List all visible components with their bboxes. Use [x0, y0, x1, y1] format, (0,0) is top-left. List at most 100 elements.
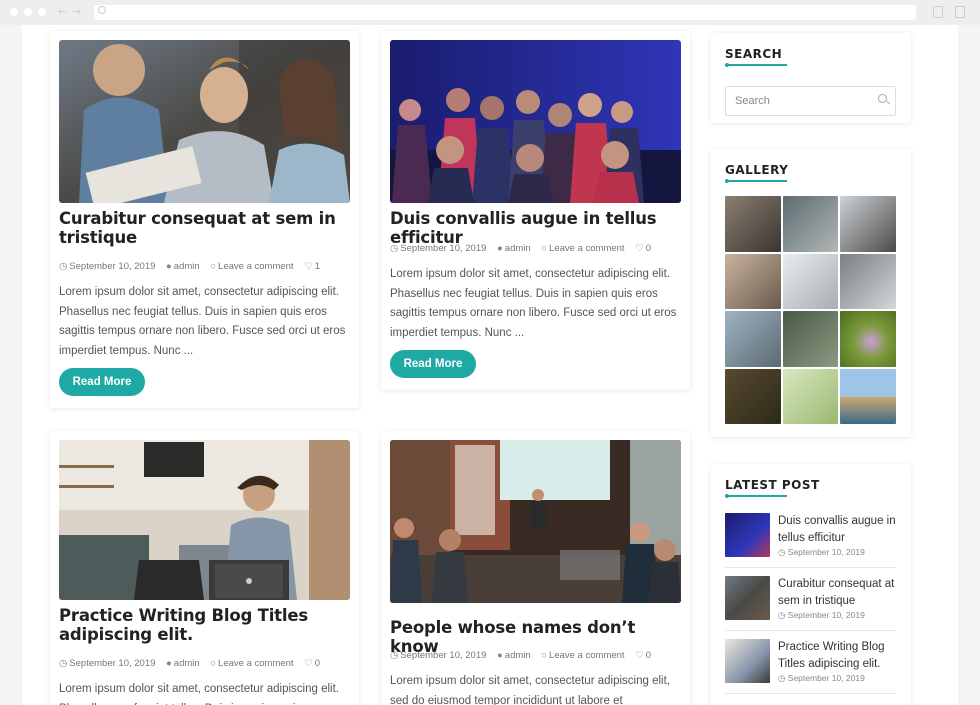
latest-post-title[interactable]: Curabitur consequat at sem in tristique	[778, 576, 896, 609]
latest-post-item[interactable]: Practice Writing Blog Titles adipiscing …	[725, 639, 896, 694]
latest-post-date: ◷ September 10, 2019	[778, 610, 865, 620]
browser-toolbar: ← →	[0, 0, 980, 25]
post-title[interactable]: Duis convallis augue in tellus efficitur	[390, 209, 681, 247]
post-title[interactable]: Practice Writing Blog Titles adipiscing …	[59, 606, 350, 644]
post-thumbnail[interactable]	[59, 40, 350, 203]
back-arrow-icon[interactable]: ←	[58, 5, 67, 18]
window-maximize-dot[interactable]	[38, 8, 46, 16]
post-comments[interactable]: ○ Leave a comment	[210, 658, 293, 669]
gallery-image[interactable]	[782, 311, 839, 367]
search-widget: SEARCH	[711, 33, 911, 123]
post-comments[interactable]: ○ Leave a comment	[541, 650, 624, 661]
post-thumbnail[interactable]	[390, 440, 681, 603]
window-close-dot[interactable]	[10, 8, 18, 16]
gallery-image[interactable]	[725, 368, 781, 424]
gallery-image[interactable]	[782, 368, 839, 424]
latest-post-title[interactable]: Practice Writing Blog Titles adipiscing …	[778, 639, 896, 672]
post-comments[interactable]: ○ Leave a comment	[541, 243, 624, 254]
post-author[interactable]: ● admin	[166, 658, 200, 669]
latest-post-date: ◷ September 10, 2019	[778, 673, 865, 683]
post-author[interactable]: ● admin	[166, 261, 200, 272]
latest-post-item[interactable]: Curabitur consequat at sem in tristique …	[725, 576, 896, 631]
gallery-image[interactable]	[782, 196, 839, 252]
title-underline	[725, 179, 787, 183]
widget-title: SEARCH	[725, 47, 783, 61]
post-author[interactable]: ● admin	[497, 650, 531, 661]
comment-icon: ○	[541, 650, 548, 661]
address-bar[interactable]	[94, 5, 916, 20]
latest-post-thumbnail[interactable]	[725, 639, 770, 683]
post-excerpt: Lorem ipsum dolor sit amet, consectetur …	[59, 683, 339, 705]
gallery-widget: GALLERY	[711, 149, 911, 437]
search-field[interactable]	[725, 86, 896, 116]
gallery-image[interactable]	[782, 253, 839, 309]
gallery-image[interactable]	[725, 311, 781, 367]
widget-title: GALLERY	[725, 163, 789, 177]
post-excerpt: Lorem ipsum dolor sit amet, consectetur …	[390, 268, 677, 339]
post-date[interactable]: ◷ September 10, 2019	[59, 261, 155, 272]
share-icon[interactable]	[933, 6, 943, 18]
user-icon: ●	[497, 650, 503, 661]
comment-icon: ○	[541, 243, 548, 254]
latest-post-thumbnail[interactable]	[725, 513, 770, 557]
post-likes[interactable]: ♡ 0	[635, 650, 651, 661]
latest-post-thumbnail[interactable]	[725, 576, 770, 620]
user-icon: ●	[166, 261, 172, 272]
post-date[interactable]: ◷ September 10, 2019	[390, 243, 486, 254]
search-input[interactable]	[726, 87, 866, 115]
post-comments[interactable]: ○ Leave a comment	[210, 261, 293, 272]
gallery-image[interactable]	[840, 311, 896, 367]
post-thumbnail[interactable]	[59, 440, 350, 600]
post-likes[interactable]: ♡ 0	[304, 658, 320, 669]
divider	[725, 693, 896, 694]
clock-icon: ◷	[59, 261, 68, 272]
window-minimize-dot[interactable]	[24, 8, 32, 16]
post-date[interactable]: ◷ September 10, 2019	[59, 658, 155, 669]
tabs-icon[interactable]	[955, 6, 965, 18]
post-meta: ◷ September 10, 2019 ● admin ○ Leave a comm…	[59, 658, 359, 669]
heart-icon: ♡	[635, 243, 644, 254]
page: Curabitur consequat at sem in tristique …	[22, 25, 958, 705]
clock-icon: ◷	[390, 243, 399, 254]
gallery-grid	[725, 196, 896, 424]
heart-icon: ♡	[304, 658, 313, 669]
widget-title: LATEST POST	[725, 478, 820, 492]
comment-icon: ○	[210, 658, 217, 669]
post-card: Practice Writing Blog Titles adipiscing …	[50, 431, 359, 705]
forward-arrow-icon[interactable]: →	[72, 5, 81, 18]
user-icon: ●	[166, 658, 172, 669]
post-likes[interactable]: ♡ 1	[304, 261, 320, 272]
post-meta: ◷ September 10, 2019 ● admin ○ Leave a comm…	[390, 650, 690, 661]
gallery-image[interactable]	[725, 196, 781, 252]
search-icon	[98, 6, 106, 14]
read-more-button[interactable]: Read More	[390, 350, 476, 378]
comment-icon: ○	[210, 261, 217, 272]
title-underline	[725, 494, 787, 498]
post-author[interactable]: ● admin	[497, 243, 531, 254]
divider	[725, 630, 896, 631]
post-excerpt: Lorem ipsum dolor sit amet, consectetur …	[390, 675, 670, 705]
post-thumbnail[interactable]	[390, 40, 681, 203]
post-title[interactable]: Curabitur consequat at sem in tristique	[59, 209, 350, 247]
clock-icon: ◷	[390, 650, 399, 661]
latest-post-title[interactable]: Duis convallis augue in tellus efficitur	[778, 513, 896, 546]
post-likes[interactable]: ♡ 0	[635, 243, 651, 254]
post-card: People whose names don’t know ◷ September…	[381, 431, 690, 705]
heart-icon: ♡	[635, 650, 644, 661]
clock-icon: ◷	[778, 547, 788, 557]
user-icon: ●	[497, 243, 503, 254]
search-icon[interactable]	[878, 94, 887, 103]
post-excerpt: Lorem ipsum dolor sit amet, consectetur …	[59, 286, 346, 357]
gallery-image[interactable]	[840, 253, 896, 309]
latest-post-date: ◷ September 10, 2019	[778, 547, 865, 557]
gallery-image[interactable]	[840, 368, 896, 424]
title-underline	[725, 63, 787, 67]
gallery-image[interactable]	[725, 253, 781, 309]
post-date[interactable]: ◷ September 10, 2019	[390, 650, 486, 661]
post-meta: ◷ September 10, 2019 ● admin ○ Leave a comm…	[390, 243, 690, 254]
latest-post-item[interactable]: Duis convallis augue in tellus efficitur…	[725, 513, 896, 568]
gallery-image[interactable]	[840, 196, 896, 252]
post-card: Curabitur consequat at sem in tristique …	[50, 31, 359, 408]
heart-icon: ♡	[304, 261, 313, 272]
read-more-button[interactable]: Read More	[59, 368, 145, 396]
